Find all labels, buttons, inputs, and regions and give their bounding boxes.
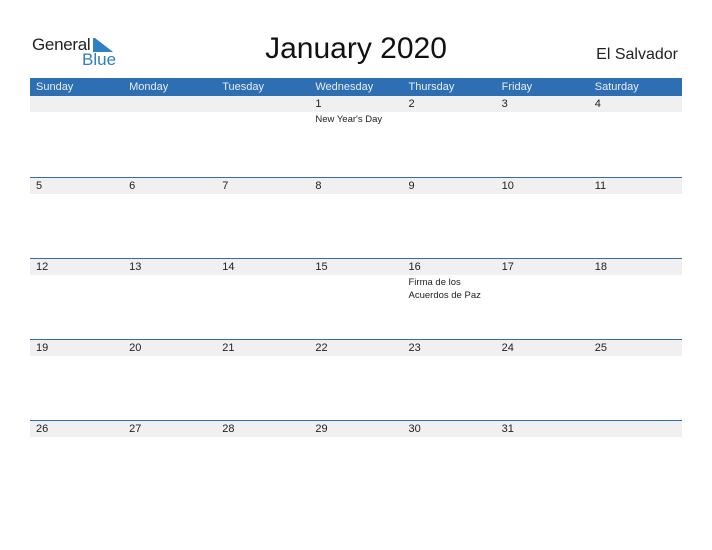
day-number: 24 bbox=[501, 342, 514, 354]
day-number: 26 bbox=[36, 423, 49, 435]
day-number: 12 bbox=[36, 261, 49, 273]
calendar-grid: Sunday Monday Tuesday Wednesday Thursday Frid… bbox=[30, 78, 682, 501]
weekday-saturday: Saturday bbox=[594, 81, 639, 93]
day-number: 31 bbox=[501, 423, 514, 435]
day-number: 21 bbox=[222, 342, 235, 354]
day-number: 9 bbox=[408, 180, 415, 192]
weekday-monday: Monday bbox=[129, 81, 169, 93]
day-cell[interactable]: 4 bbox=[589, 96, 682, 177]
day-cell[interactable]: 11 bbox=[589, 178, 682, 258]
day-number: 18 bbox=[594, 261, 607, 273]
day-cell[interactable]: 23 bbox=[403, 340, 496, 420]
day-number: 17 bbox=[501, 261, 514, 273]
day-cell[interactable]: 29 bbox=[309, 421, 402, 501]
country-label: El Salvador bbox=[596, 46, 678, 63]
day-cell[interactable]: 14 bbox=[216, 259, 309, 339]
day-number: 20 bbox=[129, 342, 142, 354]
weekday-thursday: Thursday bbox=[408, 81, 455, 93]
day-cell[interactable]: 12 bbox=[30, 259, 123, 339]
day-number: 22 bbox=[315, 342, 328, 354]
day-number: 28 bbox=[222, 423, 235, 435]
day-cell bbox=[589, 421, 682, 501]
day-cell[interactable]: 13 bbox=[123, 259, 216, 339]
day-cell[interactable]: 8 bbox=[309, 178, 402, 258]
day-number: 27 bbox=[129, 423, 142, 435]
day-number: 10 bbox=[501, 180, 514, 192]
day-number: 19 bbox=[36, 342, 49, 354]
weekday-sunday: Sunday bbox=[36, 81, 74, 93]
day-cell[interactable]: 25 bbox=[589, 340, 682, 420]
day-number: 30 bbox=[408, 423, 421, 435]
day-cell[interactable]: 18 bbox=[589, 259, 682, 339]
day-number: 1 bbox=[315, 98, 322, 110]
day-number: 15 bbox=[315, 261, 328, 273]
calendar-weeks: 1 New Year's Day 2 3 4 5 6 7 8 9 10 11 12 13 14 15 16 Fir… bbox=[30, 96, 682, 501]
week-row: 26 27 28 29 30 31 bbox=[30, 420, 682, 501]
day-number: 6 bbox=[129, 180, 136, 192]
day-number: 23 bbox=[408, 342, 421, 354]
day-number: 8 bbox=[315, 180, 322, 192]
weekday-friday: Friday bbox=[501, 81, 533, 93]
day-cell[interactable]: 24 bbox=[496, 340, 589, 420]
day-cell[interactable]: 6 bbox=[123, 178, 216, 258]
day-cell[interactable]: 2 bbox=[403, 96, 496, 177]
day-cell[interactable]: 20 bbox=[123, 340, 216, 420]
week-row: 5 6 7 8 9 10 11 bbox=[30, 177, 682, 258]
day-number: 16 bbox=[408, 261, 421, 273]
day-number: 29 bbox=[315, 423, 328, 435]
day-cell[interactable]: 16 Firma de los Acuerdos de Paz bbox=[403, 259, 496, 339]
day-cell[interactable]: 21 bbox=[216, 340, 309, 420]
holiday-label: New Year's Day bbox=[315, 114, 383, 125]
day-cell[interactable]: 19 bbox=[30, 340, 123, 420]
day-cell bbox=[123, 96, 216, 177]
day-cell[interactable]: 22 bbox=[309, 340, 402, 420]
day-number: 11 bbox=[594, 180, 607, 192]
day-cell[interactable]: 27 bbox=[123, 421, 216, 501]
day-cell[interactable]: 17 bbox=[496, 259, 589, 339]
day-cell bbox=[216, 96, 309, 177]
weekday-wednesday: Wednesday bbox=[315, 81, 374, 93]
day-number: 7 bbox=[222, 180, 229, 192]
day-cell[interactable]: 1 New Year's Day bbox=[309, 96, 402, 177]
day-number: 2 bbox=[408, 98, 415, 110]
day-number: 14 bbox=[222, 261, 235, 273]
weekday-tuesday: Tuesday bbox=[222, 81, 265, 93]
day-cell[interactable]: 28 bbox=[216, 421, 309, 501]
holiday-label: Firma de los Acuerdos de Paz bbox=[408, 277, 481, 301]
day-number: 4 bbox=[594, 98, 601, 110]
day-cell[interactable]: 30 bbox=[403, 421, 496, 501]
day-cell[interactable]: 9 bbox=[403, 178, 496, 258]
week-row: 1 New Year's Day 2 3 4 bbox=[30, 96, 682, 177]
day-number: 5 bbox=[36, 180, 43, 192]
day-cell[interactable]: 10 bbox=[496, 178, 589, 258]
day-cell[interactable]: 5 bbox=[30, 178, 123, 258]
week-row: 12 13 14 15 16 Firma de los Acuerdos de Paz 17… bbox=[30, 258, 682, 339]
weekday-header: Sunday Monday Tuesday Wednesday Thursday Frid… bbox=[30, 78, 682, 96]
day-cell bbox=[30, 96, 123, 177]
day-number: 13 bbox=[129, 261, 142, 273]
day-cell[interactable]: 7 bbox=[216, 178, 309, 258]
day-number: 25 bbox=[594, 342, 607, 354]
day-number: 3 bbox=[501, 98, 508, 110]
day-cell[interactable]: 3 bbox=[496, 96, 589, 177]
day-cell[interactable]: 15 bbox=[309, 259, 402, 339]
day-cell[interactable]: 31 bbox=[496, 421, 589, 501]
week-row: 19 20 21 22 23 24 25 bbox=[30, 339, 682, 420]
day-cell[interactable]: 26 bbox=[30, 421, 123, 501]
